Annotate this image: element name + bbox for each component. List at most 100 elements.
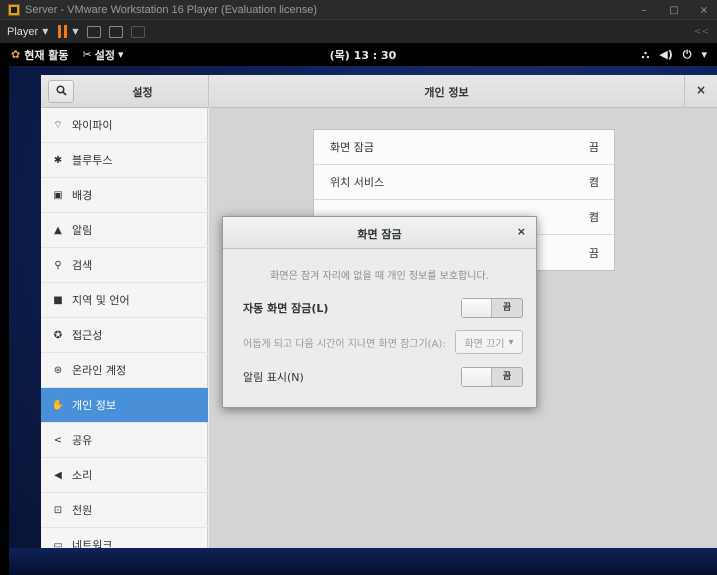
maximize-button[interactable]: □: [667, 5, 681, 16]
sidebar-item-accessibility[interactable]: ✪ 접근성: [41, 318, 208, 353]
fullscreen-icon[interactable]: [108, 25, 123, 38]
switch-knob: [462, 368, 492, 386]
player-menu-button[interactable]: Player: [7, 26, 38, 38]
pause-icon[interactable]: [58, 25, 68, 38]
search-icon: ⚲: [54, 259, 62, 271]
dialog-header: 화면 잠금 ×: [223, 217, 536, 249]
show-notifications-label: 알림 표시(N): [243, 371, 304, 384]
network-icon: ⛬: [641, 47, 650, 61]
gnome-top-bar: ✿ 현재 활동 ✂ 설정 ▾ (목) 13 : 30 ⛬ ◀) ⏻ ▾: [9, 43, 717, 66]
sidebar-item-region-language[interactable]: ■ 지역 및 언어: [41, 283, 208, 318]
sidebar-item-notifications[interactable]: ▲ 알림: [41, 213, 208, 248]
sidebar-item-label: 전원: [72, 504, 93, 517]
close-settings-button[interactable]: ×: [685, 83, 717, 97]
sidebar-item-label: 공유: [72, 434, 93, 447]
row-label: 위치 서비스: [330, 176, 385, 189]
desktop-bottom-edge: [9, 548, 717, 575]
online-accounts-icon: ⊛: [53, 364, 63, 376]
privacy-row-location-services[interactable]: 위치 서비스 켬: [314, 165, 614, 200]
tools-icon: ✂: [82, 48, 92, 61]
chevron-down-icon: ▾: [508, 336, 514, 348]
sound-icon: ◀: [54, 469, 62, 481]
lock-delay-label: 어둡게 되고 다음 시간이 지나면 화면 잠그기(A):: [243, 338, 446, 350]
activities-button[interactable]: ✿ 현재 활동: [11, 47, 69, 63]
vm-title-bar: Server - VMware Workstation 16 Player (E…: [0, 0, 717, 20]
switch-state: 끔: [502, 303, 512, 313]
sidebar-item-label: 온라인 계정: [72, 364, 127, 377]
accessibility-icon: ✪: [53, 329, 63, 341]
power-icon: ⊡: [53, 504, 63, 516]
player-menu-arrow-icon[interactable]: ▼: [42, 27, 48, 36]
row-label: 화면 잠금: [330, 141, 374, 154]
unity-icon[interactable]: [130, 25, 145, 38]
sidebar-item-power[interactable]: ⊡ 전원: [41, 493, 208, 528]
screen-lock-dialog: 화면 잠금 × 화면은 잠겨 자리에 없을 때 개인 정보를 보호합니다. 자동…: [222, 216, 537, 408]
lock-delay-row: 어둡게 되고 다음 시간이 지나면 화면 잠그기(A): 화면 끄기 ▾: [243, 330, 523, 354]
region-language-icon: ■: [53, 294, 63, 306]
auto-lock-row: 자동 화면 잠금(L) 끔: [243, 297, 523, 319]
sidebar-item-label: 블루투스: [72, 154, 113, 167]
minimize-button[interactable]: –: [637, 5, 651, 16]
sidebar-item-label: 와이파이: [72, 119, 113, 132]
window-controls: – □ ×: [637, 0, 711, 20]
auto-lock-switch[interactable]: 끔: [461, 298, 523, 318]
sidebar-item-online-accounts[interactable]: ⊛ 온라인 계정: [41, 353, 208, 388]
sidebar-item-label: 접근성: [72, 329, 103, 342]
switch-state: 끔: [502, 372, 512, 382]
pause-menu-arrow-icon[interactable]: ▼: [72, 27, 78, 36]
app-menu-arrow-icon: ▾: [118, 48, 124, 61]
clock[interactable]: (목) 13 : 30: [303, 47, 423, 63]
sidebar-item-label: 네트워크: [72, 539, 113, 548]
sidebar-item-label: 배경: [72, 189, 93, 202]
close-dialog-button[interactable]: ×: [517, 225, 526, 238]
vm-window-title: Server - VMware Workstation 16 Player (E…: [25, 3, 318, 16]
show-notifications-row: 알림 표시(N) 끔: [243, 366, 523, 388]
sidebar-item-search[interactable]: ⚲ 검색: [41, 248, 208, 283]
volume-icon: ◀): [659, 48, 673, 61]
sidebar-item-share[interactable]: < 공유: [41, 423, 208, 458]
wifi-icon: ⌔: [53, 119, 63, 131]
sidebar-item-sound[interactable]: ◀ 소리: [41, 458, 208, 493]
sidebar-item-network[interactable]: ▭ 네트워크: [41, 528, 208, 548]
row-value: 켬: [588, 176, 599, 189]
bluetooth-icon: ✱: [53, 154, 63, 166]
search-button[interactable]: [48, 80, 74, 103]
sidebar-title: 설정: [132, 86, 153, 99]
sidebar-item-privacy[interactable]: ✋ 개인 정보: [41, 388, 208, 423]
page-title: 개인 정보: [424, 86, 469, 99]
activities-icon: ✿: [11, 48, 21, 61]
sidebar-item-label: 지역 및 언어: [72, 294, 130, 307]
row-value: 끔: [588, 141, 599, 154]
power-icon: ⏻: [682, 47, 692, 61]
toolbar-collapse-icon[interactable]: <<: [694, 27, 709, 37]
dialog-title: 화면 잠금: [357, 228, 402, 241]
system-menu-arrow-icon: ▾: [701, 48, 707, 61]
row-value: 끔: [588, 246, 599, 260]
switch-knob: [462, 299, 492, 317]
activities-label: 현재 활동: [24, 48, 69, 62]
sidebar-item-wifi[interactable]: ⌔ 와이파이: [41, 108, 208, 143]
privacy-row-screen-lock[interactable]: 화면 잠금 끔: [314, 130, 614, 165]
app-menu-label: 설정: [94, 48, 115, 62]
sidebar-item-bluetooth[interactable]: ✱ 블루투스: [41, 143, 208, 178]
sidebar: ⌔ 와이파이 ✱ 블루투스 ▣ 배경 ▲ 알림 ⚲ 검색 ■ 지역 및 언어 ✪…: [41, 108, 208, 548]
sidebar-item-label: 알림: [72, 224, 93, 237]
sidebar-item-background[interactable]: ▣ 배경: [41, 178, 208, 213]
sidebar-item-label: 검색: [72, 259, 93, 272]
privacy-icon: ✋: [51, 399, 65, 411]
vm-toolbar: Player ▼ ▼ <<: [0, 20, 717, 43]
settings-header-bar: 설정 개인 정보 ×: [41, 75, 717, 108]
send-ctrl-alt-del-icon[interactable]: [86, 25, 101, 38]
sidebar-item-label: 소리: [72, 469, 93, 482]
background-icon: ▣: [53, 189, 63, 201]
system-menu[interactable]: ⛬ ◀) ⏻ ▾: [642, 48, 707, 62]
network-icon: ▭: [53, 539, 63, 549]
app-menu-button[interactable]: ✂ 설정 ▾: [83, 47, 124, 63]
lock-delay-combo[interactable]: 화면 끄기 ▾: [455, 330, 523, 354]
search-icon: [55, 84, 67, 99]
show-notifications-switch[interactable]: 끔: [461, 367, 523, 387]
close-window-button[interactable]: ×: [697, 5, 711, 16]
combo-value: 화면 끄기: [464, 338, 505, 350]
share-icon: <: [53, 434, 63, 446]
auto-lock-label: 자동 화면 잠금(L): [243, 302, 329, 315]
